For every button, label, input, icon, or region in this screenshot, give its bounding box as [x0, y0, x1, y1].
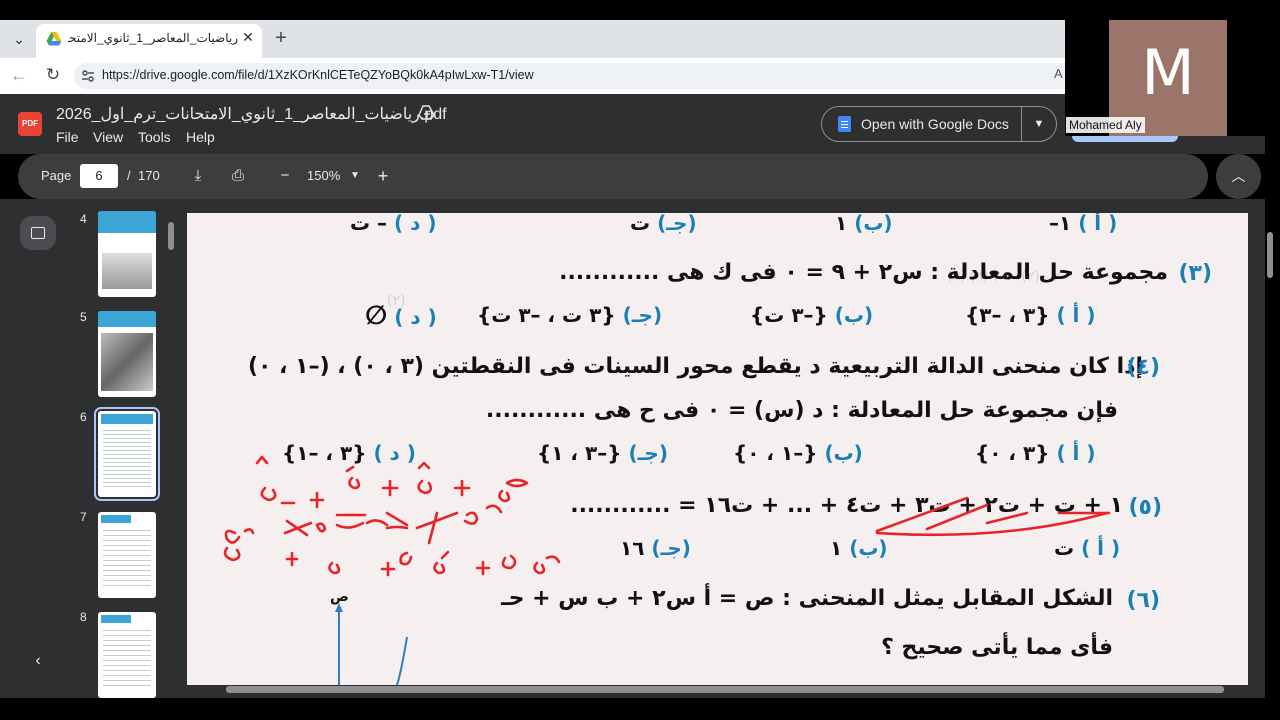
page-horizontal-scrollbar[interactable] — [226, 686, 1224, 693]
reload-icon[interactable]: ↻ — [42, 64, 64, 86]
print-icon[interactable]: ⎙ — [228, 166, 248, 186]
zoom-dropdown-caret-icon[interactable]: ▼ — [345, 166, 365, 186]
translate-icon[interactable]: A — [1054, 66, 1063, 81]
thumbnail-page-8[interactable] — [98, 612, 156, 698]
google-docs-icon — [838, 116, 851, 132]
file-name: رياضيات_المعاصر_1_ثانوي_الامتحانات_ترم_ا… — [56, 106, 447, 123]
tab-close-icon[interactable]: ✕ — [240, 29, 256, 45]
bottom-black-bar — [0, 698, 1280, 720]
page-number-input[interactable]: 6 — [80, 164, 118, 188]
pdf-page: (٣) ٢ (٢) ٢٠ (٦) (٢) ( أ ) ١– (ب) ١ (جـ)… — [187, 213, 1248, 685]
zoom-level[interactable]: 150% — [307, 168, 340, 183]
handwritten-annotations — [223, 455, 1111, 577]
zoom-out-icon[interactable]: − — [275, 166, 295, 186]
page-total: 170 — [138, 168, 160, 183]
thumbnails-scrollbar[interactable] — [168, 222, 174, 250]
participant-name: Mohamed Aly — [1066, 117, 1145, 133]
thumbnail-number: 6 — [80, 410, 87, 424]
menu-file[interactable]: File — [56, 129, 79, 145]
thumbnail-number: 7 — [80, 510, 87, 524]
page-label: Page — [41, 168, 72, 183]
sidebar-collapse-chevron-left-icon[interactable]: ‹ — [28, 651, 48, 671]
thumbnail-number: 4 — [80, 212, 87, 226]
pdf-file-icon: PDF — [18, 112, 42, 136]
menu-tools[interactable]: Tools — [138, 129, 171, 145]
participant-initial: M — [1141, 36, 1195, 109]
tab-title: رياضيات_المعاصر_1_ثانوي_الامتحانات — [68, 31, 238, 45]
collapse-toolbar-chevron-up-icon[interactable]: ︿ — [1216, 154, 1261, 199]
page-separator: / — [127, 168, 131, 183]
thumbnail-page-7[interactable] — [98, 512, 156, 598]
open-with-dropdown-caret-icon[interactable]: ▼ — [1030, 115, 1048, 133]
top-black-bar — [0, 0, 1280, 20]
download-icon[interactable]: ⤓ — [188, 166, 208, 186]
menu-view[interactable]: View — [93, 129, 123, 145]
share-button-edge[interactable] — [1072, 136, 1178, 142]
site-info-icon[interactable] — [80, 68, 96, 84]
thumbnail-number: 8 — [80, 610, 87, 624]
google-drive-icon — [46, 32, 62, 46]
tab-search-chevron-icon[interactable]: ⌄ — [8, 28, 30, 50]
thumbnails-toggle-image-icon[interactable] — [20, 216, 56, 250]
thumbnail-page-4[interactable] — [98, 211, 156, 297]
zoom-in-icon[interactable]: + — [373, 166, 393, 186]
add-shortcut-to-drive-icon[interactable] — [418, 105, 436, 121]
page-vertical-scrollbar[interactable] — [1267, 232, 1273, 278]
thumbnail-page-5[interactable] — [98, 311, 156, 397]
menu-help[interactable]: Help — [186, 129, 215, 145]
url-text: https://drive.google.com/file/d/1XzKOrKn… — [102, 68, 534, 82]
new-tab-plus-icon[interactable]: + — [270, 27, 292, 49]
thumbnail-number: 5 — [80, 310, 87, 324]
button-divider — [1021, 107, 1022, 141]
back-arrow-icon[interactable]: ← — [8, 64, 30, 86]
thumbnail-page-6[interactable] — [94, 407, 160, 501]
open-with-label: Open with Google Docs — [861, 116, 1009, 132]
